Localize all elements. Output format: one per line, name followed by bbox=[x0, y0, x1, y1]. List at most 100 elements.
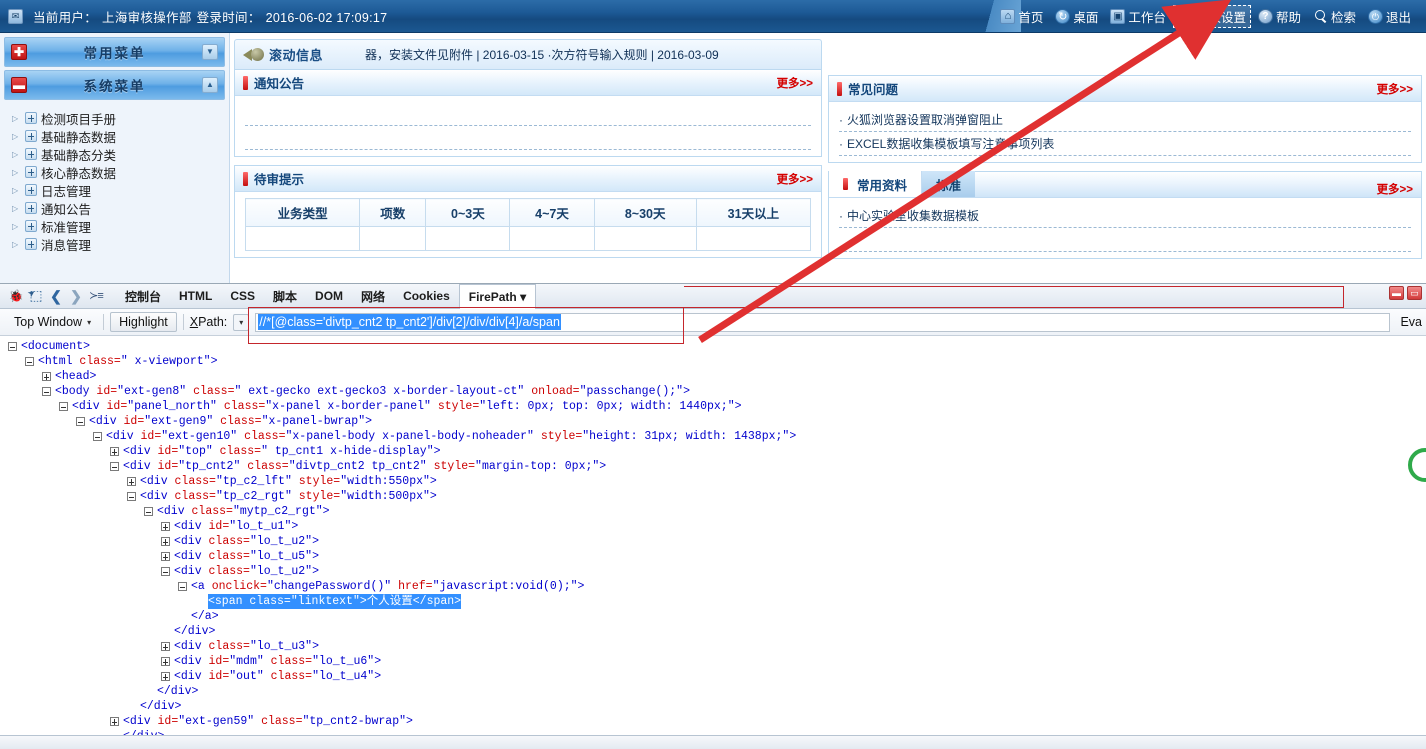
nav-item-workbench[interactable]: 工作台 bbox=[1105, 5, 1171, 28]
collapse-toggle-icon[interactable] bbox=[25, 357, 34, 366]
collapse-toggle-icon[interactable] bbox=[59, 402, 68, 411]
inspect-element-icon[interactable] bbox=[26, 286, 46, 306]
context-selector[interactable]: Top Window ▾ bbox=[8, 313, 97, 331]
source-line[interactable]: <div class="tp_c2_lft" style="width:550p… bbox=[0, 474, 1426, 489]
nav-item-personal-settings[interactable]: 个人设置 bbox=[1172, 4, 1251, 28]
tab-firepath[interactable]: FirePath ▾ bbox=[458, 283, 537, 310]
breakpoints-icon[interactable] bbox=[86, 286, 106, 306]
sidebar-item-4[interactable]: ▷ 日志管理 bbox=[8, 181, 225, 199]
source-line[interactable]: <div id="tp_cnt2" class="divtp_cnt2 tp_c… bbox=[0, 459, 1426, 474]
source-line[interactable]: <div id="out" class="lo_t_u4"> bbox=[0, 669, 1426, 684]
source-line[interactable]: <div id="ext-gen10" class="x-panel-body … bbox=[0, 429, 1426, 444]
collapse-toggle-icon[interactable] bbox=[144, 507, 153, 516]
expand-arrow-icon: ▷ bbox=[12, 221, 19, 231]
collapse-toggle-icon[interactable] bbox=[127, 492, 136, 501]
source-line[interactable]: <div id="lo_t_u1"> bbox=[0, 519, 1426, 534]
source-line[interactable]: </div> bbox=[0, 624, 1426, 639]
expand-toggle-icon[interactable] bbox=[161, 642, 170, 651]
forward-arrow-icon[interactable] bbox=[66, 286, 86, 306]
expand-toggle-icon[interactable] bbox=[161, 537, 170, 546]
tab-standards[interactable]: 标准 bbox=[922, 171, 976, 197]
expand-toggle-icon[interactable] bbox=[110, 447, 119, 456]
source-line[interactable]: </div> bbox=[0, 684, 1426, 699]
tab-console[interactable]: 控制台 bbox=[116, 284, 170, 309]
faq-item-1[interactable]: · EXCEL数据收集模板填写注意事项列表 bbox=[839, 132, 1411, 156]
collapse-toggle-icon[interactable] bbox=[76, 417, 85, 426]
tab-css[interactable]: CSS bbox=[221, 284, 264, 309]
xpath-input[interactable]: //*[@class='divtp_cnt2 tp_cnt2']/div[2]/… bbox=[255, 312, 1391, 332]
evaluate-button[interactable]: Eva bbox=[1400, 315, 1426, 329]
source-line[interactable]: <div id="ext-gen9" class="x-panel-bwrap"… bbox=[0, 414, 1426, 429]
sidebar-section-common-menu[interactable]: ✚ 常用菜单 ▼ bbox=[4, 37, 225, 67]
firebug-bug-icon[interactable] bbox=[6, 286, 26, 306]
tab-common-docs[interactable]: 常用资料 bbox=[829, 171, 923, 197]
faq-item-0[interactable]: · 火狐浏览器设置取消弹窗阻止 bbox=[839, 108, 1411, 132]
source-line[interactable]: </a> bbox=[0, 609, 1426, 624]
sidebar-item-5[interactable]: ▷ 通知公告 bbox=[8, 199, 225, 217]
nav-item-logout[interactable]: 退出 bbox=[1363, 5, 1416, 28]
expand-toggle-icon[interactable] bbox=[161, 522, 170, 531]
sidebar-item-1[interactable]: ▷ 基础静态数据 bbox=[8, 127, 225, 145]
collapse-toggle-icon[interactable] bbox=[42, 387, 51, 396]
source-line[interactable]: </div> bbox=[0, 699, 1426, 714]
source-line[interactable]: <div id="mdm" class="lo_t_u6"> bbox=[0, 654, 1426, 669]
tab-dom[interactable]: DOM bbox=[306, 284, 352, 309]
sidebar-section-system-menu[interactable]: ▬ 系统菜单 ▲ bbox=[4, 70, 225, 100]
source-line[interactable]: <html class=" x-viewport"> bbox=[0, 354, 1426, 369]
collapse-toggle-icon[interactable] bbox=[93, 432, 102, 441]
source-line[interactable]: <a onclick="changePassword()" href="java… bbox=[0, 579, 1426, 594]
highlight-button[interactable]: Highlight bbox=[110, 312, 177, 332]
source-line[interactable]: <div class="lo_t_u5"> bbox=[0, 549, 1426, 564]
xpath-mode-dropdown[interactable]: ▾ bbox=[233, 313, 250, 331]
source-line[interactable]: <div id="top" class=" tp_cnt1 x-hide-dis… bbox=[0, 444, 1426, 459]
source-line[interactable]: <div class="lo_t_u2"> bbox=[0, 564, 1426, 579]
source-line[interactable]: <body id="ext-gen8" class=" ext-gecko ex… bbox=[0, 384, 1426, 399]
notice-more-link[interactable]: 更多>> bbox=[777, 75, 813, 91]
docs-item-0[interactable]: · 中心实验室收集数据模板 bbox=[839, 204, 1411, 228]
chevron-up-icon[interactable]: ▲ bbox=[202, 77, 218, 93]
docs-more-link[interactable]: 更多>> bbox=[1377, 181, 1421, 197]
sidebar-item-0[interactable]: ▷ 检测项目手册 bbox=[8, 109, 225, 127]
source-line[interactable]: <div class="tp_c2_rgt" style="width:500p… bbox=[0, 489, 1426, 504]
tab-html[interactable]: HTML bbox=[170, 284, 221, 309]
collapse-toggle-icon[interactable] bbox=[8, 342, 17, 351]
html-source-tree[interactable]: <document> <html class=" x-viewport"> <hea… bbox=[0, 336, 1426, 735]
expand-toggle-icon[interactable] bbox=[161, 657, 170, 666]
collapse-toggle-icon[interactable] bbox=[161, 567, 170, 576]
maximize-button[interactable]: ▭ bbox=[1407, 286, 1422, 300]
expand-toggle-icon[interactable] bbox=[127, 477, 136, 486]
source-line[interactable]: <div class="lo_t_u3"> bbox=[0, 639, 1426, 654]
chevron-down-icon[interactable]: ▼ bbox=[202, 44, 218, 60]
source-line[interactable]: <div class="lo_t_u2"> bbox=[0, 534, 1426, 549]
pending-more-link[interactable]: 更多>> bbox=[777, 171, 813, 187]
source-line[interactable]: <document> bbox=[0, 339, 1426, 354]
sidebar-item-7[interactable]: ▷ 消息管理 bbox=[8, 235, 225, 253]
source-line[interactable]: <span class="linktext">个人设置</span> bbox=[0, 594, 1426, 609]
collapse-toggle-icon[interactable] bbox=[178, 582, 187, 591]
expand-toggle-icon[interactable] bbox=[42, 372, 51, 381]
faq-panel-title: 常见问题 bbox=[848, 83, 899, 97]
source-line[interactable]: <div id="ext-gen59" class="tp_cnt2-bwrap… bbox=[0, 714, 1426, 729]
nav-item-desktop[interactable]: 桌面 bbox=[1050, 5, 1103, 28]
source-line[interactable]: <div class="mytp_c2_rgt"> bbox=[0, 504, 1426, 519]
sidebar-item-3[interactable]: ▷ 核心静态数据 bbox=[8, 163, 225, 181]
tab-network[interactable]: 网络 bbox=[352, 284, 394, 309]
expand-toggle-icon[interactable] bbox=[161, 552, 170, 561]
source-line[interactable]: <head> bbox=[0, 369, 1426, 384]
nav-item-home[interactable]: 首页 bbox=[995, 5, 1048, 28]
tab-cookies[interactable]: Cookies bbox=[394, 284, 459, 309]
screenshot-root: ✉ 当前用户： 上海审核操作部登录时间： 2016-06-02 17:09:17 首… bbox=[0, 0, 1426, 749]
sidebar-item-2[interactable]: ▷ 基础静态分类 bbox=[8, 145, 225, 163]
back-arrow-icon[interactable] bbox=[46, 286, 66, 306]
faq-more-link[interactable]: 更多>> bbox=[1377, 81, 1413, 97]
collapse-toggle-icon[interactable] bbox=[110, 462, 119, 471]
rolling-info-text[interactable]: 器，安装文件见附件 | 2016-03-15 ·次方符号输入规则 | 2016-… bbox=[365, 46, 719, 63]
minimize-button[interactable]: ▬ bbox=[1389, 286, 1404, 300]
tab-script[interactable]: 脚本 bbox=[264, 284, 306, 309]
nav-item-help[interactable]: 帮助 bbox=[1253, 5, 1306, 28]
expand-toggle-icon[interactable] bbox=[110, 717, 119, 726]
nav-item-search[interactable]: 检索 bbox=[1308, 5, 1361, 28]
sidebar-item-6[interactable]: ▷ 标准管理 bbox=[8, 217, 225, 235]
source-line[interactable]: <div id="panel_north" class="x-panel x-b… bbox=[0, 399, 1426, 414]
expand-toggle-icon[interactable] bbox=[161, 672, 170, 681]
